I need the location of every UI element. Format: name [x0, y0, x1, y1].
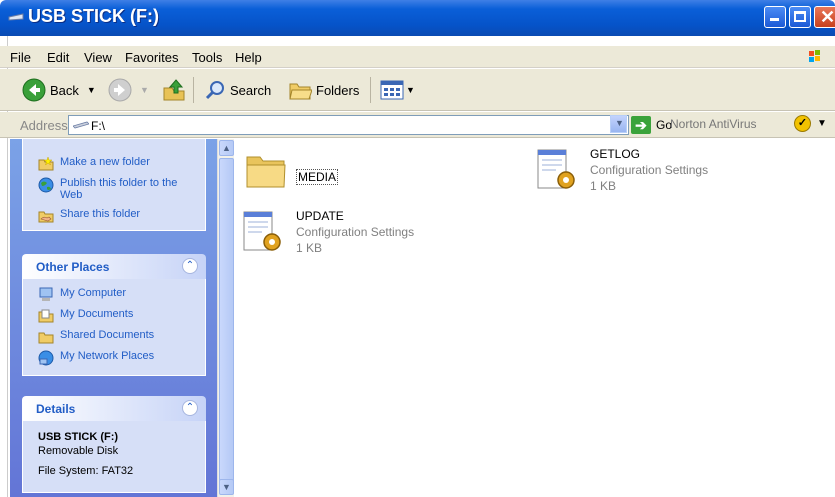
windows-logo-icon — [809, 50, 820, 62]
config-file-icon — [243, 211, 281, 251]
details-header[interactable]: Details ⌃ — [22, 396, 206, 421]
address-value: F:\ — [91, 119, 105, 133]
file-size: 1 KB — [296, 241, 323, 255]
scroll-up-button[interactable]: ▲ — [219, 140, 234, 156]
task-pane: Make a new folder Publish this folder to… — [10, 139, 217, 497]
go-arrow-icon: ➔ — [631, 116, 651, 134]
menu-view[interactable]: View — [84, 50, 112, 65]
menu-file[interactable]: File — [10, 50, 31, 65]
details-panel: USB STICK (F:) Removable Disk File Syste… — [22, 421, 206, 493]
close-icon: ✕ — [820, 7, 835, 27]
address-dropdown-button[interactable]: ▼ — [610, 115, 627, 133]
details-drive-name: USB STICK (F:) — [38, 431, 119, 443]
back-button[interactable]: Back ▼ — [22, 76, 96, 104]
toolbar-separator — [370, 77, 371, 103]
maximize-button[interactable] — [789, 6, 811, 28]
config-file-icon — [537, 149, 575, 189]
search-button[interactable]: Search — [204, 76, 271, 104]
details-file-system: File System: FAT32 — [38, 465, 134, 477]
details-title: Details — [36, 402, 76, 416]
forward-arrow-icon — [108, 78, 132, 102]
forward-button[interactable]: ▼ — [108, 76, 149, 104]
place-label: Shared Documents — [60, 329, 155, 341]
address-label: Address — [20, 118, 68, 133]
task-label: Make a new folder — [60, 156, 150, 168]
back-arrow-icon — [22, 78, 46, 102]
scroll-down-button[interactable]: ▼ — [219, 479, 234, 495]
chevron-down-icon: ▼ — [406, 85, 415, 95]
other-places-panel: My Computer My Documents Shared Document… — [22, 279, 206, 376]
chevron-down-icon[interactable]: ▼ — [817, 118, 827, 129]
usb-drive-icon — [73, 121, 89, 129]
other-places-title: Other Places — [36, 260, 110, 274]
collapse-icon[interactable]: ⌃ — [182, 400, 198, 416]
norton-antivirus-label[interactable]: Norton AntiVirus — [670, 117, 757, 131]
menu-edit[interactable]: Edit — [47, 50, 69, 65]
place-my-documents[interactable]: My Documents — [38, 308, 133, 324]
place-my-network-places[interactable]: My Network Places — [38, 350, 154, 366]
minimize-button[interactable] — [764, 6, 786, 28]
folders-icon — [289, 83, 312, 100]
address-input[interactable]: F:\ — [68, 115, 629, 135]
back-label: Back — [50, 82, 79, 98]
folders-label: Folders — [316, 82, 360, 98]
chevron-down-icon: ▼ — [615, 118, 624, 128]
share-folder-icon — [38, 211, 54, 223]
collapse-icon[interactable]: ⌃ — [182, 258, 198, 274]
menu-tools[interactable]: Tools — [192, 50, 222, 65]
search-icon — [205, 81, 224, 100]
place-my-computer[interactable]: My Computer — [38, 287, 126, 303]
file-item-update[interactable]: UPDATE Configuration Settings 1 KB — [240, 203, 440, 259]
task-make-new-folder[interactable]: Make a new folder — [38, 156, 198, 172]
file-folder-tasks-panel: Make a new folder Publish this folder to… — [22, 139, 206, 231]
file-name: GETLOG — [590, 147, 641, 161]
task-share-folder[interactable]: Share this folder — [38, 208, 198, 224]
place-label: My Documents — [60, 308, 134, 320]
title-bar[interactable]: USB STICK (F:) ✕ — [0, 0, 835, 36]
norton-icon[interactable]: ✓ — [794, 115, 811, 132]
network-places-icon — [38, 350, 54, 366]
folders-button[interactable]: Folders — [288, 76, 359, 104]
task-pane-scrollbar[interactable]: ▲ ▼ — [217, 139, 234, 497]
file-item-media[interactable]: MEDIA — [244, 147, 354, 193]
shared-folder-icon — [38, 332, 54, 344]
up-folder-icon — [163, 79, 185, 101]
my-documents-icon — [38, 309, 54, 323]
file-name: UPDATE — [296, 209, 344, 223]
toolbar: Back ▼ ▼ Search Folders ▼ — [0, 69, 835, 111]
globe-icon — [38, 177, 54, 193]
go-button[interactable]: ➔ Go — [631, 115, 672, 135]
place-label: My Computer — [60, 287, 127, 299]
close-button[interactable]: ✕ — [814, 6, 835, 28]
menu-bar: File Edit View Favorites Tools Help — [0, 46, 835, 68]
task-label: Share this folder — [60, 208, 141, 220]
file-type: Configuration Settings — [296, 225, 415, 239]
place-shared-documents[interactable]: Shared Documents — [38, 329, 154, 345]
search-label: Search — [230, 82, 272, 98]
chevron-down-icon[interactable]: ▼ — [87, 85, 96, 95]
computer-icon — [39, 287, 53, 301]
menu-help[interactable]: Help — [235, 50, 262, 65]
task-publish-folder[interactable]: Publish this folder to the Web — [38, 177, 198, 201]
new-folder-icon — [38, 156, 54, 171]
task-label: Publish this folder to the Web — [60, 177, 178, 201]
file-view: MEDIA GETLOG Configuration Settings 1 KB… — [234, 139, 835, 497]
other-places-header[interactable]: Other Places ⌃ — [22, 254, 206, 279]
file-name: MEDIA — [296, 169, 339, 185]
chevron-down-icon[interactable]: ▼ — [140, 85, 149, 95]
up-folder-button[interactable] — [162, 76, 186, 104]
toolbar-separator — [193, 77, 194, 103]
folder-icon — [246, 156, 286, 188]
details-drive-type: Removable Disk — [38, 445, 119, 457]
usb-drive-icon — [8, 13, 24, 21]
views-icon — [380, 80, 404, 100]
place-label: My Network Places — [60, 350, 155, 362]
menu-favorites[interactable]: Favorites — [125, 50, 178, 65]
scroll-thumb[interactable] — [219, 158, 234, 488]
file-item-getlog[interactable]: GETLOG Configuration Settings 1 KB — [534, 145, 734, 197]
file-size: 1 KB — [590, 179, 617, 193]
window-title: USB STICK (F:) — [28, 6, 159, 26]
views-button[interactable]: ▼ — [380, 76, 415, 104]
file-type: Configuration Settings — [590, 163, 709, 177]
